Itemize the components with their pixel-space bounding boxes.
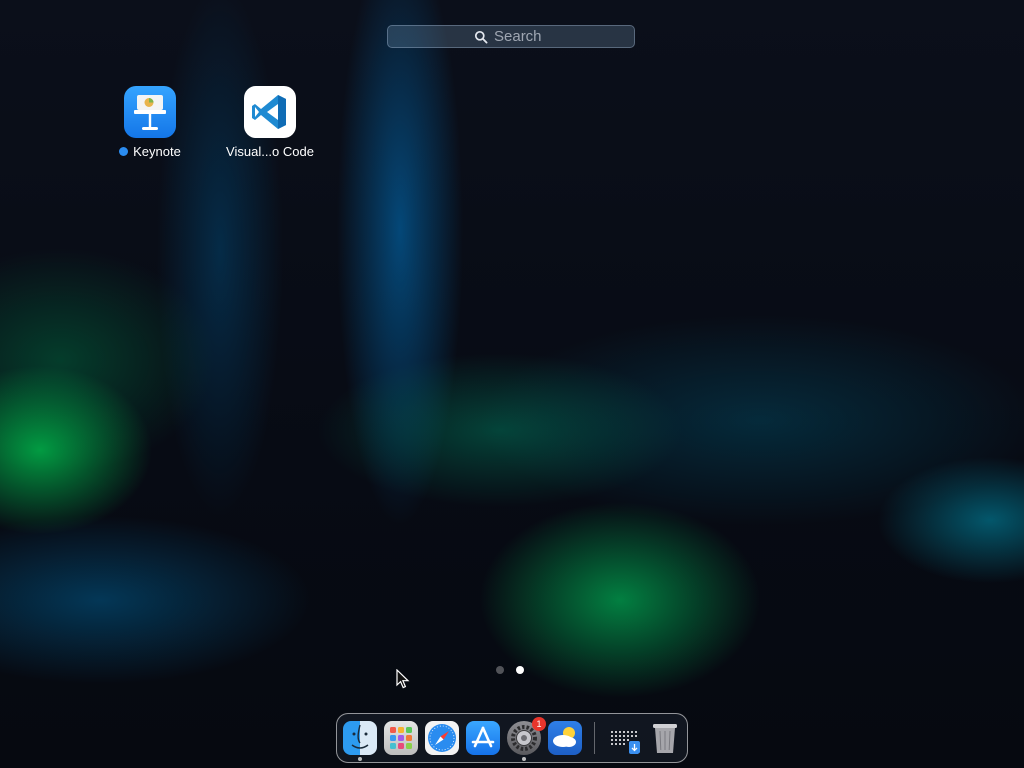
app-label-keynote: Keynote [90,144,210,159]
weather-icon [548,721,582,755]
running-indicator [522,757,526,761]
search-input[interactable] [494,28,548,45]
app-store-icon [466,721,500,755]
page-dot-2[interactable] [516,666,524,674]
search-icon [474,30,488,44]
dock-item-system-settings[interactable]: 1 [507,717,546,761]
notification-badge: 1 [532,717,546,731]
app-name: Visual...o Code [226,144,314,159]
app-vscode[interactable]: Visual...o Code [210,86,330,159]
dock-item-downloads[interactable] [608,721,642,755]
dock-divider [594,722,595,754]
dock-item-app-store[interactable] [466,721,500,755]
dock: 1 [336,713,688,763]
app-label-vscode: Visual...o Code [210,144,330,159]
finder-icon [343,721,377,755]
mouse-cursor-icon [396,669,410,689]
page-dot-1[interactable] [496,666,504,674]
keynote-icon [124,86,176,138]
app-keynote[interactable]: Keynote [90,86,210,159]
dock-item-trash[interactable] [648,721,682,755]
new-app-dot [119,147,129,156]
dock-item-finder[interactable] [343,721,377,761]
downloads-stack-icon [608,721,642,755]
dock-item-launchpad[interactable] [384,721,418,755]
safari-icon [425,721,459,755]
running-indicator [358,757,362,761]
trash-icon [648,721,682,755]
vscode-icon [244,86,296,138]
app-name: Keynote [133,144,181,159]
search-field[interactable] [387,25,635,48]
launchpad-screen: Keynote Visual...o Code [0,0,1024,768]
dock-item-safari[interactable] [425,721,459,755]
page-indicator [496,666,524,674]
dock-item-weather[interactable] [548,721,582,755]
launchpad-icon [384,721,418,755]
